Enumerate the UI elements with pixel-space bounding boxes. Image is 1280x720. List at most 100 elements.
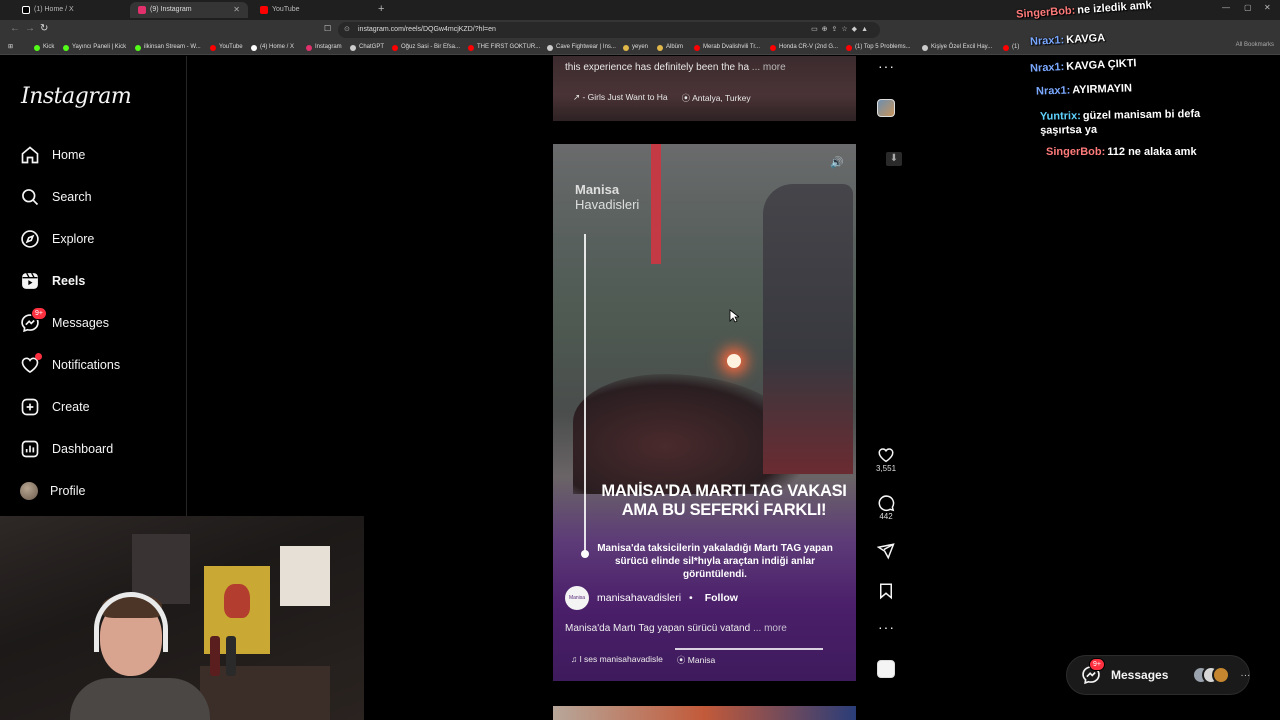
nav-profile[interactable]: Profile [20, 478, 85, 504]
bookmark-item[interactable]: Yayıncı Paneli | Kick [63, 42, 126, 53]
person [763, 184, 853, 474]
author-username[interactable]: manisahavadisleri [597, 592, 681, 604]
location-link[interactable]: ⦿ Manisa [677, 654, 715, 666]
comment-count: 442 [879, 512, 893, 521]
previous-reel[interactable]: this experience has definitely been the … [553, 56, 856, 121]
nav-label: Notifications [52, 358, 121, 372]
comment-icon [878, 495, 895, 512]
bookmark-item[interactable]: THE FIRST GOKTUR... [468, 42, 540, 53]
share-button[interactable] [876, 542, 896, 560]
bookmark-item[interactable]: (1) Top 5 Problems... [846, 42, 911, 53]
nav-messages[interactable]: 9+ Messages [20, 307, 109, 336]
x-logo-icon [22, 6, 30, 14]
author-avatar[interactable]: Manisa [565, 586, 589, 610]
instagram-logo[interactable]: Instagram [21, 84, 132, 109]
bookmark-page-icon[interactable]: ☐ [324, 24, 331, 33]
minimize-icon[interactable]: — [1222, 3, 1230, 12]
save-button[interactable] [876, 582, 896, 600]
location-link[interactable]: ⦿ Antalya, Turkey [682, 92, 751, 104]
bookmark-item[interactable]: yeyen [623, 42, 648, 53]
bookmark-item[interactable]: Honda CR-V (2nd G... [770, 42, 838, 53]
messages-label: Messages [1111, 668, 1169, 682]
reel-caption: Manisa'da Martı Tag yapan sürücü vatand … [565, 623, 787, 634]
pin-icon: ⦿ [681, 93, 693, 103]
bookmark-item[interactable]: Instagram [306, 42, 342, 53]
bookmark-item[interactable]: (4) Home / X [251, 42, 294, 53]
nav-notifications[interactable]: Notifications [20, 352, 120, 378]
audio-thumbnail[interactable] [877, 99, 895, 117]
bookmark-item[interactable]: ilkinsan Stream - W... [135, 42, 201, 53]
bookmark-favicon [922, 44, 928, 51]
reel-author: Manisa manisahavadisleri • Follow [565, 586, 738, 610]
reel-video[interactable]: Manisa Havadisleri 🔊 MANİSA'DA MARTI TAG… [553, 144, 856, 681]
forward-icon[interactable]: → [25, 23, 35, 34]
nav-label: Dashboard [52, 442, 114, 456]
bookmark-item[interactable]: Kişiye Özel Excil Hay... [922, 42, 992, 53]
caption-more-link[interactable]: ... more [752, 62, 786, 73]
tab-label: YouTube [272, 6, 300, 13]
messages-popup-button[interactable]: 9+ Messages ··· [1066, 655, 1250, 695]
send-icon [877, 543, 895, 560]
caption-text: Manisa'da Martı Tag yapan sürücü vatand [565, 623, 751, 634]
nav-label: Search [52, 190, 92, 204]
chat-text: KAVGA [1065, 32, 1106, 47]
bookmark-item[interactable]: Merab Dvalishvili Tr... [694, 42, 760, 53]
like-button[interactable]: 3,551 [876, 446, 896, 473]
bookmark-item[interactable]: Kick [34, 42, 54, 53]
site-info-icon[interactable]: ⊙ [344, 22, 350, 38]
video-progress-bar[interactable] [675, 648, 823, 650]
audio-link[interactable]: ↗ - Girls Just Want to Ha [573, 92, 668, 104]
bookmark-item[interactable]: Albüm [657, 42, 683, 53]
maximize-icon[interactable]: ▢ [1244, 3, 1252, 12]
nav-search[interactable]: Search [20, 184, 92, 210]
reel-meta: ♫ l ses manisahavadisle ⦿ Manisa [571, 654, 715, 666]
instagram-logo-icon [138, 6, 146, 14]
caption-text: this experience has definitely been the … [565, 62, 750, 73]
more-options-icon[interactable]: ··· [878, 58, 895, 74]
dashboard-icon [21, 440, 39, 458]
comment-button[interactable]: 442 [876, 494, 896, 521]
close-window-icon[interactable]: ✕ [1264, 3, 1271, 12]
tab-x-home[interactable]: (1) Home / X [14, 2, 128, 18]
caption-more-link[interactable]: ... more [753, 623, 787, 634]
pin-icon: ⦿ [676, 655, 688, 665]
bookmark-item[interactable]: Oğuz Sasi - Bir Efsa... [392, 42, 460, 53]
nav-create[interactable]: Create [20, 394, 90, 420]
new-tab-button[interactable]: + [378, 3, 384, 15]
audio-thumbnail[interactable] [877, 660, 895, 678]
messages-badge: 9+ [31, 307, 47, 320]
download-icon[interactable]: ⬇ [886, 152, 902, 166]
nav-reels[interactable]: Reels [20, 268, 85, 294]
volume-icon[interactable]: 🔊 [830, 156, 844, 169]
close-tab-icon[interactable]: ✕ [233, 2, 240, 18]
reel-headline: MANİSA'DA MARTI TAG VAKASI AMA BU SEFERK… [601, 482, 847, 519]
back-icon[interactable]: ← [10, 23, 20, 34]
nav-explore[interactable]: Explore [20, 226, 94, 252]
bookmark-item[interactable]: (1) [1003, 42, 1019, 53]
url-input[interactable]: ⊙ instagram.com/reels/DQGw4mcjKZD/?hl=en… [338, 22, 880, 38]
nav-dashboard[interactable]: Dashboard [20, 436, 113, 462]
more-icon[interactable]: ··· [1240, 670, 1250, 681]
tab-youtube[interactable]: YouTube [252, 2, 370, 18]
more-options-icon[interactable]: ··· [878, 619, 895, 635]
bookmark-favicon [210, 44, 216, 51]
bookmark-item[interactable]: ChatGPT [350, 42, 384, 53]
bookmark-favicon [306, 44, 312, 51]
bookmark-item[interactable]: YouTube [210, 42, 243, 53]
follow-button[interactable]: Follow [705, 592, 738, 604]
audio-link[interactable]: ♫ l ses manisahavadisle [571, 654, 663, 666]
next-reel[interactable] [553, 706, 856, 720]
omnibox-actions[interactable]: ▭⊕⇪☆◆▲ [811, 22, 872, 38]
bookmark-item[interactable]: Cave Fightwear | Ins... [547, 42, 616, 53]
reload-icon[interactable]: ↻ [40, 23, 48, 34]
manisa-havadisleri-watermark: Manisa Havadisleri [575, 182, 640, 212]
search-icon [22, 189, 39, 206]
avatar [1212, 666, 1231, 684]
apps-icon[interactable]: ⊞ [8, 42, 13, 53]
tab-instagram[interactable]: (9) Instagram ✕ [130, 2, 248, 18]
reels-icon [22, 272, 38, 289]
nav-home[interactable]: Home [20, 142, 85, 168]
streamer [70, 588, 210, 720]
all-bookmarks-button[interactable]: All Bookmarks [1236, 42, 1274, 48]
mouse-cursor-icon [729, 309, 739, 323]
